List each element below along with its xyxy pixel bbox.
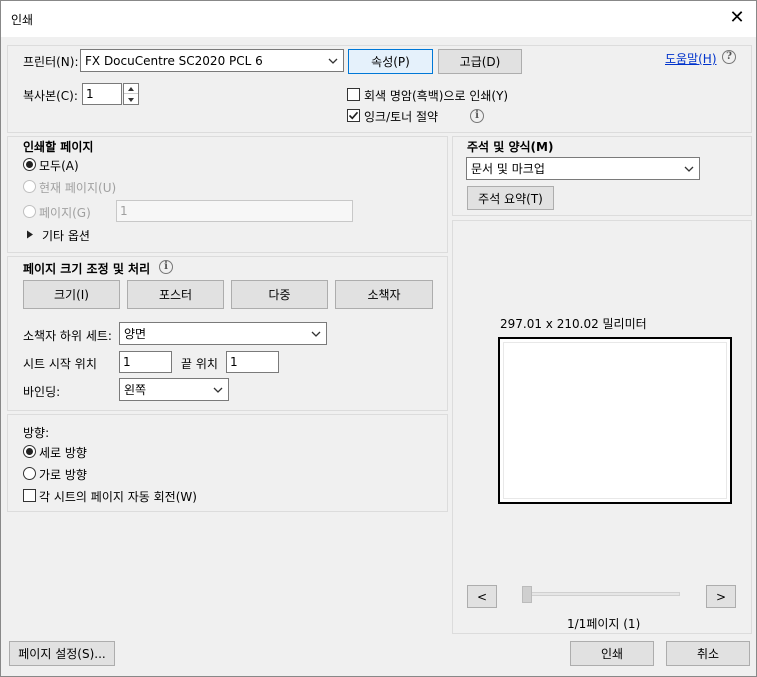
cancel-button[interactable]: 취소: [666, 641, 750, 666]
chevron-down-icon: [311, 331, 321, 337]
help-link[interactable]: 도움말(H): [665, 50, 717, 67]
multiple-button[interactable]: 다중: [231, 280, 328, 309]
page-sizing-info-icon[interactable]: i: [159, 260, 173, 274]
next-page-label: >: [715, 589, 727, 604]
printer-label: 프린터(N):: [23, 55, 79, 69]
landscape-label: 가로 방향: [39, 468, 87, 482]
print-dialog: 인쇄 ✕ 프린터(N): FX DocuCentre SC2020 PCL 6 …: [0, 0, 757, 677]
summarize-comments-button[interactable]: 주석 요약(T): [467, 186, 554, 210]
properties-button-label: 속성(P): [371, 55, 410, 69]
multiple-button-label: 다중: [268, 288, 291, 302]
advanced-button-label: 고급(D): [459, 55, 501, 69]
preview-dimensions: 297.01 x 210.02 밀리미터: [500, 317, 647, 331]
page-range-radio[interactable]: [23, 205, 36, 218]
comments-select[interactable]: 문서 및 마크업: [466, 157, 700, 180]
page-indicator: 1/1페이지 (1): [567, 617, 641, 631]
landscape-radio[interactable]: [23, 467, 36, 480]
page-setup-button[interactable]: 페이지 설정(S)...: [9, 641, 115, 666]
cancel-button-label: 취소: [696, 647, 720, 661]
next-page-button[interactable]: >: [706, 585, 736, 608]
sheets-to-input[interactable]: 1: [226, 351, 279, 373]
expand-triangle-icon[interactable]: [26, 230, 34, 239]
page-setup-label: 페이지 설정(S)...: [18, 647, 106, 661]
help-info-icon[interactable]: ?: [722, 50, 736, 64]
checkmark-icon: [348, 111, 359, 120]
binding-value: 왼쪽: [124, 383, 147, 397]
grayscale-checkbox[interactable]: [347, 88, 360, 101]
save-ink-label: 잉크/토너 절약: [364, 110, 439, 124]
grayscale-label: 회색 명암(흑백)으로 인쇄(Y): [364, 89, 509, 103]
all-pages-label: 모두(A): [39, 159, 79, 173]
comments-heading: 주석 및 양식(M): [467, 140, 554, 154]
portrait-label: 세로 방향: [39, 446, 87, 460]
chevron-down-icon: [684, 166, 694, 172]
title-bar: 인쇄 ✕: [1, 1, 756, 37]
chevron-down-icon: [328, 58, 338, 64]
booklet-button[interactable]: 소책자: [335, 280, 433, 309]
preview-page: [498, 337, 732, 504]
current-page-radio[interactable]: [23, 180, 36, 193]
auto-rotate-checkbox[interactable]: [23, 489, 36, 502]
previous-page-button[interactable]: <: [467, 585, 497, 608]
save-ink-info-icon[interactable]: i: [470, 109, 484, 123]
summarize-comments-label: 주석 요약(T): [478, 191, 543, 206]
window-title: 인쇄: [11, 13, 34, 27]
binding-select[interactable]: 왼쪽: [119, 378, 229, 401]
more-options-label[interactable]: 기타 옵션: [42, 227, 90, 244]
current-page-label: 현재 페이지(U): [39, 181, 117, 195]
binding-label: 바인딩:: [23, 385, 61, 399]
copies-label: 복사본(C):: [23, 89, 78, 103]
sheets-to-value: 1: [230, 355, 238, 369]
size-button[interactable]: 크기(I): [23, 280, 120, 309]
save-ink-checkbox[interactable]: [347, 109, 360, 122]
poster-button-label: 포스터: [158, 288, 193, 302]
print-button-label: 인쇄: [600, 647, 624, 661]
printer-select[interactable]: FX DocuCentre SC2020 PCL 6: [80, 49, 344, 72]
sheets-from-input[interactable]: 1: [119, 351, 172, 373]
spin-down-icon[interactable]: [127, 97, 135, 103]
page-slider-thumb[interactable]: [522, 586, 532, 603]
properties-button[interactable]: 속성(P): [348, 49, 433, 74]
page-range-input[interactable]: 1: [116, 200, 353, 222]
preview-page-content: [503, 342, 727, 499]
comments-select-value: 문서 및 마크업: [471, 162, 545, 176]
page-sizing-heading: 페이지 크기 조정 및 처리: [23, 262, 151, 276]
sheets-from-value: 1: [123, 355, 131, 369]
page-slider-track[interactable]: [522, 592, 680, 596]
page-range-label: 페이지(G): [39, 206, 91, 220]
copies-stepper[interactable]: [123, 83, 139, 105]
all-pages-radio[interactable]: [23, 158, 36, 171]
close-icon[interactable]: ✕: [724, 5, 750, 31]
chevron-down-icon: [213, 387, 223, 393]
booklet-subset-value: 양면: [124, 327, 147, 341]
spin-up-icon[interactable]: [127, 86, 135, 92]
poster-button[interactable]: 포스터: [127, 280, 224, 309]
booklet-button-label: 소책자: [367, 288, 401, 302]
printer-select-value: FX DocuCentre SC2020 PCL 6: [85, 53, 263, 68]
pages-to-print-heading: 인쇄할 페이지: [23, 140, 94, 154]
previous-page-label: <: [476, 589, 488, 604]
copies-input[interactable]: 1: [82, 83, 122, 105]
booklet-subset-label: 소책자 하위 세트:: [23, 329, 112, 343]
sheets-to-label: 끝 위치: [181, 357, 218, 371]
orientation-heading: 방향:: [23, 426, 50, 440]
copies-value: 1: [86, 87, 94, 101]
auto-rotate-label: 각 시트의 페이지 자동 회전(W): [39, 490, 197, 504]
booklet-subset-select[interactable]: 양면: [119, 322, 327, 345]
advanced-button[interactable]: 고급(D): [438, 49, 522, 74]
size-button-label: 크기(I): [54, 288, 89, 302]
portrait-radio[interactable]: [23, 445, 36, 458]
sheets-from-label: 시트 시작 위치: [23, 357, 97, 371]
print-button[interactable]: 인쇄: [570, 641, 654, 666]
page-range-value: 1: [120, 204, 128, 218]
